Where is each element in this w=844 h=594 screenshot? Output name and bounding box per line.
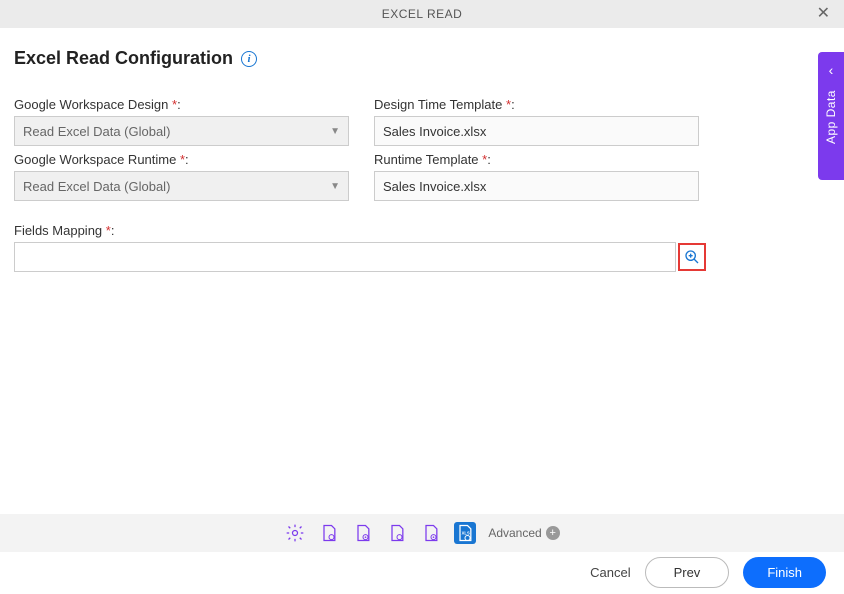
label-gw-design: Google Workspace Design *:	[14, 97, 349, 112]
app-data-side-tab[interactable]: ‹ App Data	[818, 52, 844, 180]
field-runtime-tpl: Runtime Template *:	[374, 152, 699, 201]
step-doc4-icon[interactable]	[420, 522, 442, 544]
page-title-row: Excel Read Configuration i	[14, 48, 830, 69]
mapping-input-wrap	[14, 242, 706, 272]
label-runtime-tpl: Runtime Template *:	[374, 152, 699, 167]
input-runtime-tpl[interactable]	[374, 171, 699, 201]
step-doc2-icon[interactable]	[352, 522, 374, 544]
svg-text:XLS: XLS	[462, 531, 470, 536]
form-grid: Google Workspace Design *: Read Excel Da…	[14, 97, 830, 272]
label-gw-runtime: Google Workspace Runtime *:	[14, 152, 349, 167]
side-tab-label: App Data	[824, 90, 838, 144]
prev-button[interactable]: Prev	[645, 557, 730, 588]
field-design-tpl: Design Time Template *:	[374, 97, 699, 146]
chevron-down-icon: ▼	[330, 126, 340, 137]
select-gw-runtime[interactable]: Read Excel Data (Global) ▼	[14, 171, 349, 201]
cancel-button[interactable]: Cancel	[590, 565, 630, 580]
step-doc1-icon[interactable]	[318, 522, 340, 544]
label-design-tpl: Design Time Template *:	[374, 97, 699, 112]
advanced-toggle[interactable]: Advanced +	[488, 526, 559, 540]
chevron-down-icon: ▼	[330, 181, 340, 192]
select-gw-design[interactable]: Read Excel Data (Global) ▼	[14, 116, 349, 146]
finish-button[interactable]: Finish	[743, 557, 826, 588]
search-zoom-icon	[684, 249, 700, 265]
field-fields-mapping: Fields Mapping *:	[14, 223, 699, 272]
select-gw-runtime-value: Read Excel Data (Global)	[23, 179, 170, 194]
close-icon[interactable]: ✕	[817, 6, 830, 22]
mapping-lookup-button[interactable]	[678, 243, 706, 271]
chevron-left-icon: ‹	[829, 62, 834, 78]
dialog-header: EXCEL READ ✕	[0, 0, 844, 28]
input-design-tpl[interactable]	[374, 116, 699, 146]
footer-buttons: Cancel Prev Finish	[590, 557, 826, 588]
input-fields-mapping[interactable]	[14, 242, 676, 272]
field-gw-runtime: Google Workspace Runtime *: Read Excel D…	[14, 152, 349, 201]
step-settings-icon[interactable]	[284, 522, 306, 544]
dialog-title: EXCEL READ	[382, 7, 463, 21]
advanced-label-text: Advanced	[488, 526, 541, 540]
info-icon[interactable]: i	[241, 51, 257, 67]
step-doc3-icon[interactable]	[386, 522, 408, 544]
wizard-toolbar: XLS Advanced +	[0, 514, 844, 552]
field-gw-design: Google Workspace Design *: Read Excel Da…	[14, 97, 349, 146]
select-gw-design-value: Read Excel Data (Global)	[23, 124, 170, 139]
plus-icon: +	[546, 526, 560, 540]
label-fields-mapping: Fields Mapping *:	[14, 223, 699, 238]
step-xls-icon[interactable]: XLS	[454, 522, 476, 544]
content-area: Excel Read Configuration i Google Worksp…	[0, 28, 844, 272]
page-title: Excel Read Configuration	[14, 48, 233, 69]
